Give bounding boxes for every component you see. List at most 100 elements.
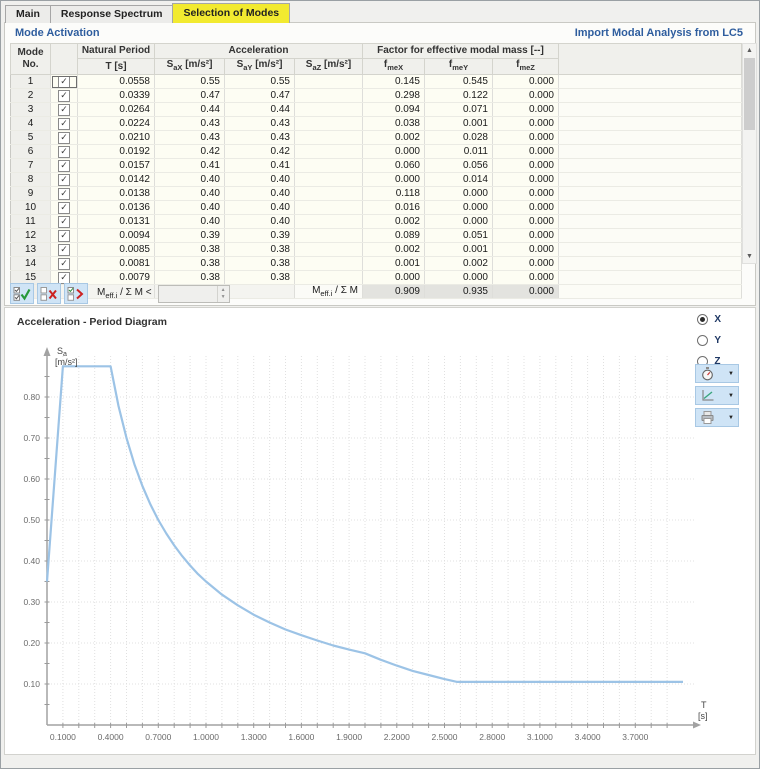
cell-fmez[interactable]: 0.000 <box>493 215 559 229</box>
cell-fmey[interactable]: 0.122 <box>425 89 493 103</box>
cell-sax[interactable]: 0.39 <box>155 229 225 243</box>
cell-fmey[interactable]: 0.056 <box>425 159 493 173</box>
mode-checkbox-cell[interactable]: ✓ <box>51 229 78 243</box>
cell-saz[interactable] <box>295 187 363 201</box>
cell-fmey[interactable]: 0.545 <box>425 75 493 89</box>
cell-fmey[interactable]: 0.000 <box>425 271 493 285</box>
cell-sax[interactable]: 0.40 <box>155 173 225 187</box>
tab-main[interactable]: Main <box>5 5 51 23</box>
cell-natural-period[interactable]: 0.0224 <box>78 117 155 131</box>
mode-checkbox-cell[interactable]: ✓ <box>51 215 78 229</box>
cell-say[interactable]: 0.39 <box>225 229 295 243</box>
cell-sax[interactable]: 0.38 <box>155 243 225 257</box>
cell-fmey[interactable]: 0.028 <box>425 131 493 145</box>
cell-fmex[interactable]: 0.000 <box>363 271 425 285</box>
cell-saz[interactable] <box>295 229 363 243</box>
scroll-up-arrow-icon[interactable]: ▲ <box>743 44 756 57</box>
cell-fmey[interactable]: 0.071 <box>425 103 493 117</box>
mode-checkbox-cell[interactable]: ✓ <box>51 173 78 187</box>
mode-checkbox-cell[interactable]: ✓ <box>51 159 78 173</box>
mode-checkbox-cell[interactable]: ✓ <box>51 243 78 257</box>
row-number[interactable]: 9 <box>11 187 51 201</box>
cell-fmex[interactable]: 0.298 <box>363 89 425 103</box>
row-number[interactable]: 7 <box>11 159 51 173</box>
mode-checkbox[interactable]: ✓ <box>58 258 70 270</box>
cell-say[interactable]: 0.40 <box>225 173 295 187</box>
row-number[interactable]: 10 <box>11 201 51 215</box>
cell-fmey[interactable]: 0.014 <box>425 173 493 187</box>
cell-fmey[interactable]: 0.000 <box>425 187 493 201</box>
cell-saz[interactable] <box>295 75 363 89</box>
cell-natural-period[interactable]: 0.0136 <box>78 201 155 215</box>
cell-say[interactable]: 0.42 <box>225 145 295 159</box>
row-number[interactable]: 4 <box>11 117 51 131</box>
cell-fmey[interactable]: 0.001 <box>425 117 493 131</box>
cell-fmex[interactable]: 0.001 <box>363 257 425 271</box>
cell-fmez[interactable]: 0.000 <box>493 75 559 89</box>
cell-natural-period[interactable]: 0.0142 <box>78 173 155 187</box>
cell-saz[interactable] <box>295 201 363 215</box>
mode-checkbox[interactable]: ✓ <box>58 230 70 242</box>
tab-selection-of-modes[interactable]: Selection of Modes <box>172 3 290 23</box>
cell-say[interactable]: 0.40 <box>225 215 295 229</box>
cell-saz[interactable] <box>295 117 363 131</box>
mode-checkbox[interactable]: ✓ <box>58 146 70 158</box>
cell-say[interactable]: 0.55 <box>225 75 295 89</box>
row-number[interactable]: 3 <box>11 103 51 117</box>
cell-fmez[interactable]: 0.000 <box>493 89 559 103</box>
mode-checkbox[interactable]: ✓ <box>58 244 70 256</box>
cell-natural-period[interactable]: 0.0157 <box>78 159 155 173</box>
spinner-arrows-icon[interactable]: ▲▼ <box>217 286 229 302</box>
deactivate-all-button[interactable] <box>37 283 61 304</box>
cell-natural-period[interactable]: 0.0264 <box>78 103 155 117</box>
cell-fmex[interactable]: 0.060 <box>363 159 425 173</box>
cell-say[interactable]: 0.41 <box>225 159 295 173</box>
cell-fmex[interactable]: 0.002 <box>363 215 425 229</box>
cell-saz[interactable] <box>295 89 363 103</box>
row-number[interactable]: 5 <box>11 131 51 145</box>
cell-fmez[interactable]: 0.000 <box>493 243 559 257</box>
cell-fmex[interactable]: 0.000 <box>363 173 425 187</box>
cell-fmez[interactable]: 0.000 <box>493 131 559 145</box>
mode-checkbox[interactable]: ✓ <box>58 104 70 116</box>
cell-natural-period[interactable]: 0.0210 <box>78 131 155 145</box>
cell-say[interactable]: 0.43 <box>225 131 295 145</box>
mode-checkbox[interactable]: ✓ <box>58 118 70 130</box>
cell-fmez[interactable]: 0.000 <box>493 257 559 271</box>
cell-fmex[interactable]: 0.118 <box>363 187 425 201</box>
cell-natural-period[interactable]: 0.0085 <box>78 243 155 257</box>
tab-response-spectrum[interactable]: Response Spectrum <box>50 5 174 23</box>
cell-sax[interactable]: 0.55 <box>155 75 225 89</box>
cell-natural-period[interactable]: 0.0339 <box>78 89 155 103</box>
cell-say[interactable]: 0.47 <box>225 89 295 103</box>
mode-checkbox-cell[interactable]: ✓ <box>51 145 78 159</box>
cell-fmex[interactable]: 0.002 <box>363 131 425 145</box>
cell-fmez[interactable]: 0.000 <box>493 159 559 173</box>
cell-sax[interactable]: 0.47 <box>155 89 225 103</box>
cell-saz[interactable] <box>295 145 363 159</box>
cell-fmey[interactable]: 0.002 <box>425 257 493 271</box>
scroll-down-arrow-icon[interactable]: ▼ <box>743 250 756 263</box>
cell-natural-period[interactable]: 0.0131 <box>78 215 155 229</box>
cell-saz[interactable] <box>295 257 363 271</box>
cell-natural-period[interactable]: 0.0138 <box>78 187 155 201</box>
table-scrollbar[interactable]: ▲ ▼ <box>742 43 757 264</box>
mode-checkbox[interactable]: ✓ <box>58 216 70 228</box>
meff-threshold-spinbox[interactable]: ▲▼ <box>158 285 230 303</box>
cell-sax[interactable]: 0.44 <box>155 103 225 117</box>
cell-saz[interactable] <box>295 243 363 257</box>
cell-sax[interactable]: 0.40 <box>155 201 225 215</box>
cell-fmex[interactable]: 0.038 <box>363 117 425 131</box>
activate-by-condition-button[interactable] <box>64 283 88 304</box>
cell-fmez[interactable]: 0.000 <box>493 271 559 285</box>
cell-fmey[interactable]: 0.000 <box>425 215 493 229</box>
mode-checkbox[interactable]: ✓ <box>58 174 70 186</box>
cell-sax[interactable]: 0.40 <box>155 187 225 201</box>
mode-checkbox[interactable]: ✓ <box>58 188 70 200</box>
row-number[interactable]: 6 <box>11 145 51 159</box>
cell-say[interactable]: 0.40 <box>225 187 295 201</box>
cell-fmex[interactable]: 0.094 <box>363 103 425 117</box>
cell-saz[interactable] <box>295 215 363 229</box>
row-number[interactable]: 12 <box>11 229 51 243</box>
cell-fmez[interactable]: 0.000 <box>493 201 559 215</box>
